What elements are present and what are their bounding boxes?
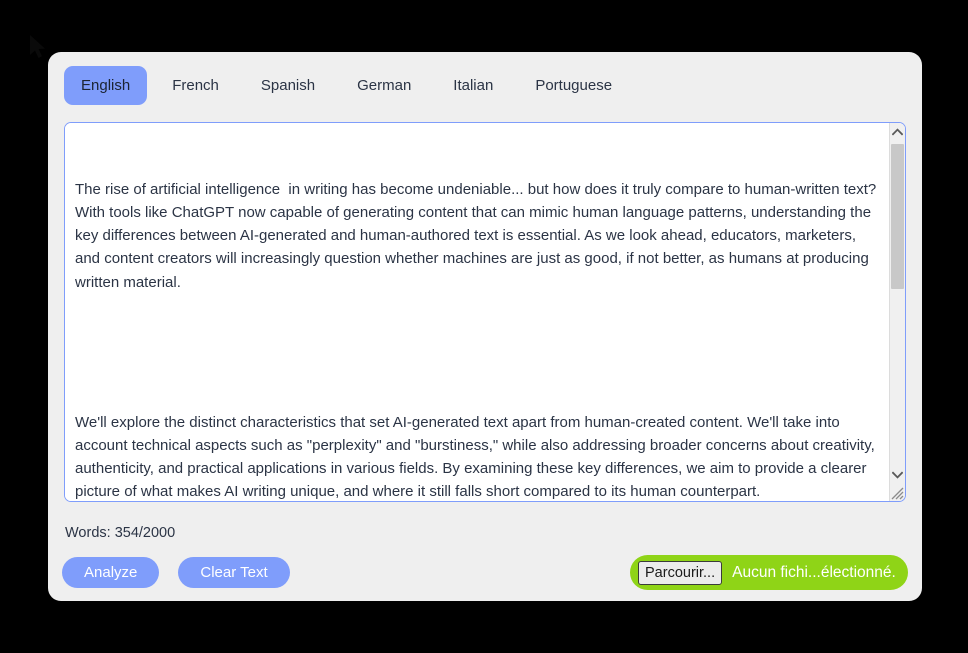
app-root: English French Spanish German Italian Po… xyxy=(0,0,968,653)
language-tab-bar: English French Spanish German Italian Po… xyxy=(64,65,629,105)
textarea-scrollbar[interactable] xyxy=(889,123,905,501)
scrollbar-down-arrow[interactable] xyxy=(890,466,905,483)
file-browse-button[interactable]: Parcourir... xyxy=(638,560,723,585)
action-button-group: Analyze Clear Text xyxy=(62,557,290,588)
analyze-button[interactable]: Analyze xyxy=(62,557,160,588)
word-counter: Words: 354/2000 xyxy=(65,525,176,541)
clear-text-button[interactable]: Clear Text xyxy=(178,557,290,588)
tab-english[interactable]: English xyxy=(64,65,148,105)
scrollbar-thumb[interactable] xyxy=(891,144,904,289)
essay-paragraph-2: We'll explore the distinct characteristi… xyxy=(75,413,879,501)
mouse-pointer-icon xyxy=(28,34,50,60)
tab-portuguese[interactable]: Portuguese xyxy=(518,66,629,105)
tab-french[interactable]: French xyxy=(155,66,236,105)
textarea-resize-grip[interactable] xyxy=(889,485,904,500)
tab-spanish[interactable]: Spanish xyxy=(244,66,332,105)
tab-italian[interactable]: Italian xyxy=(436,66,510,105)
file-upload-control[interactable]: Parcourir... Aucun fichi...électionné. xyxy=(630,555,908,590)
essay-textarea[interactable]: The rise of artificial intelligence in w… xyxy=(65,123,889,501)
text-input-area[interactable]: The rise of artificial intelligence in w… xyxy=(64,122,906,502)
text-analyzer-card: English French Spanish German Italian Po… xyxy=(48,52,922,601)
file-status-text: Aucun fichi...électionné. xyxy=(732,563,896,581)
scrollbar-up-arrow[interactable] xyxy=(890,123,905,140)
essay-paragraph-1: The rise of artificial intelligence in w… xyxy=(75,180,881,291)
tab-german[interactable]: German xyxy=(340,66,428,105)
